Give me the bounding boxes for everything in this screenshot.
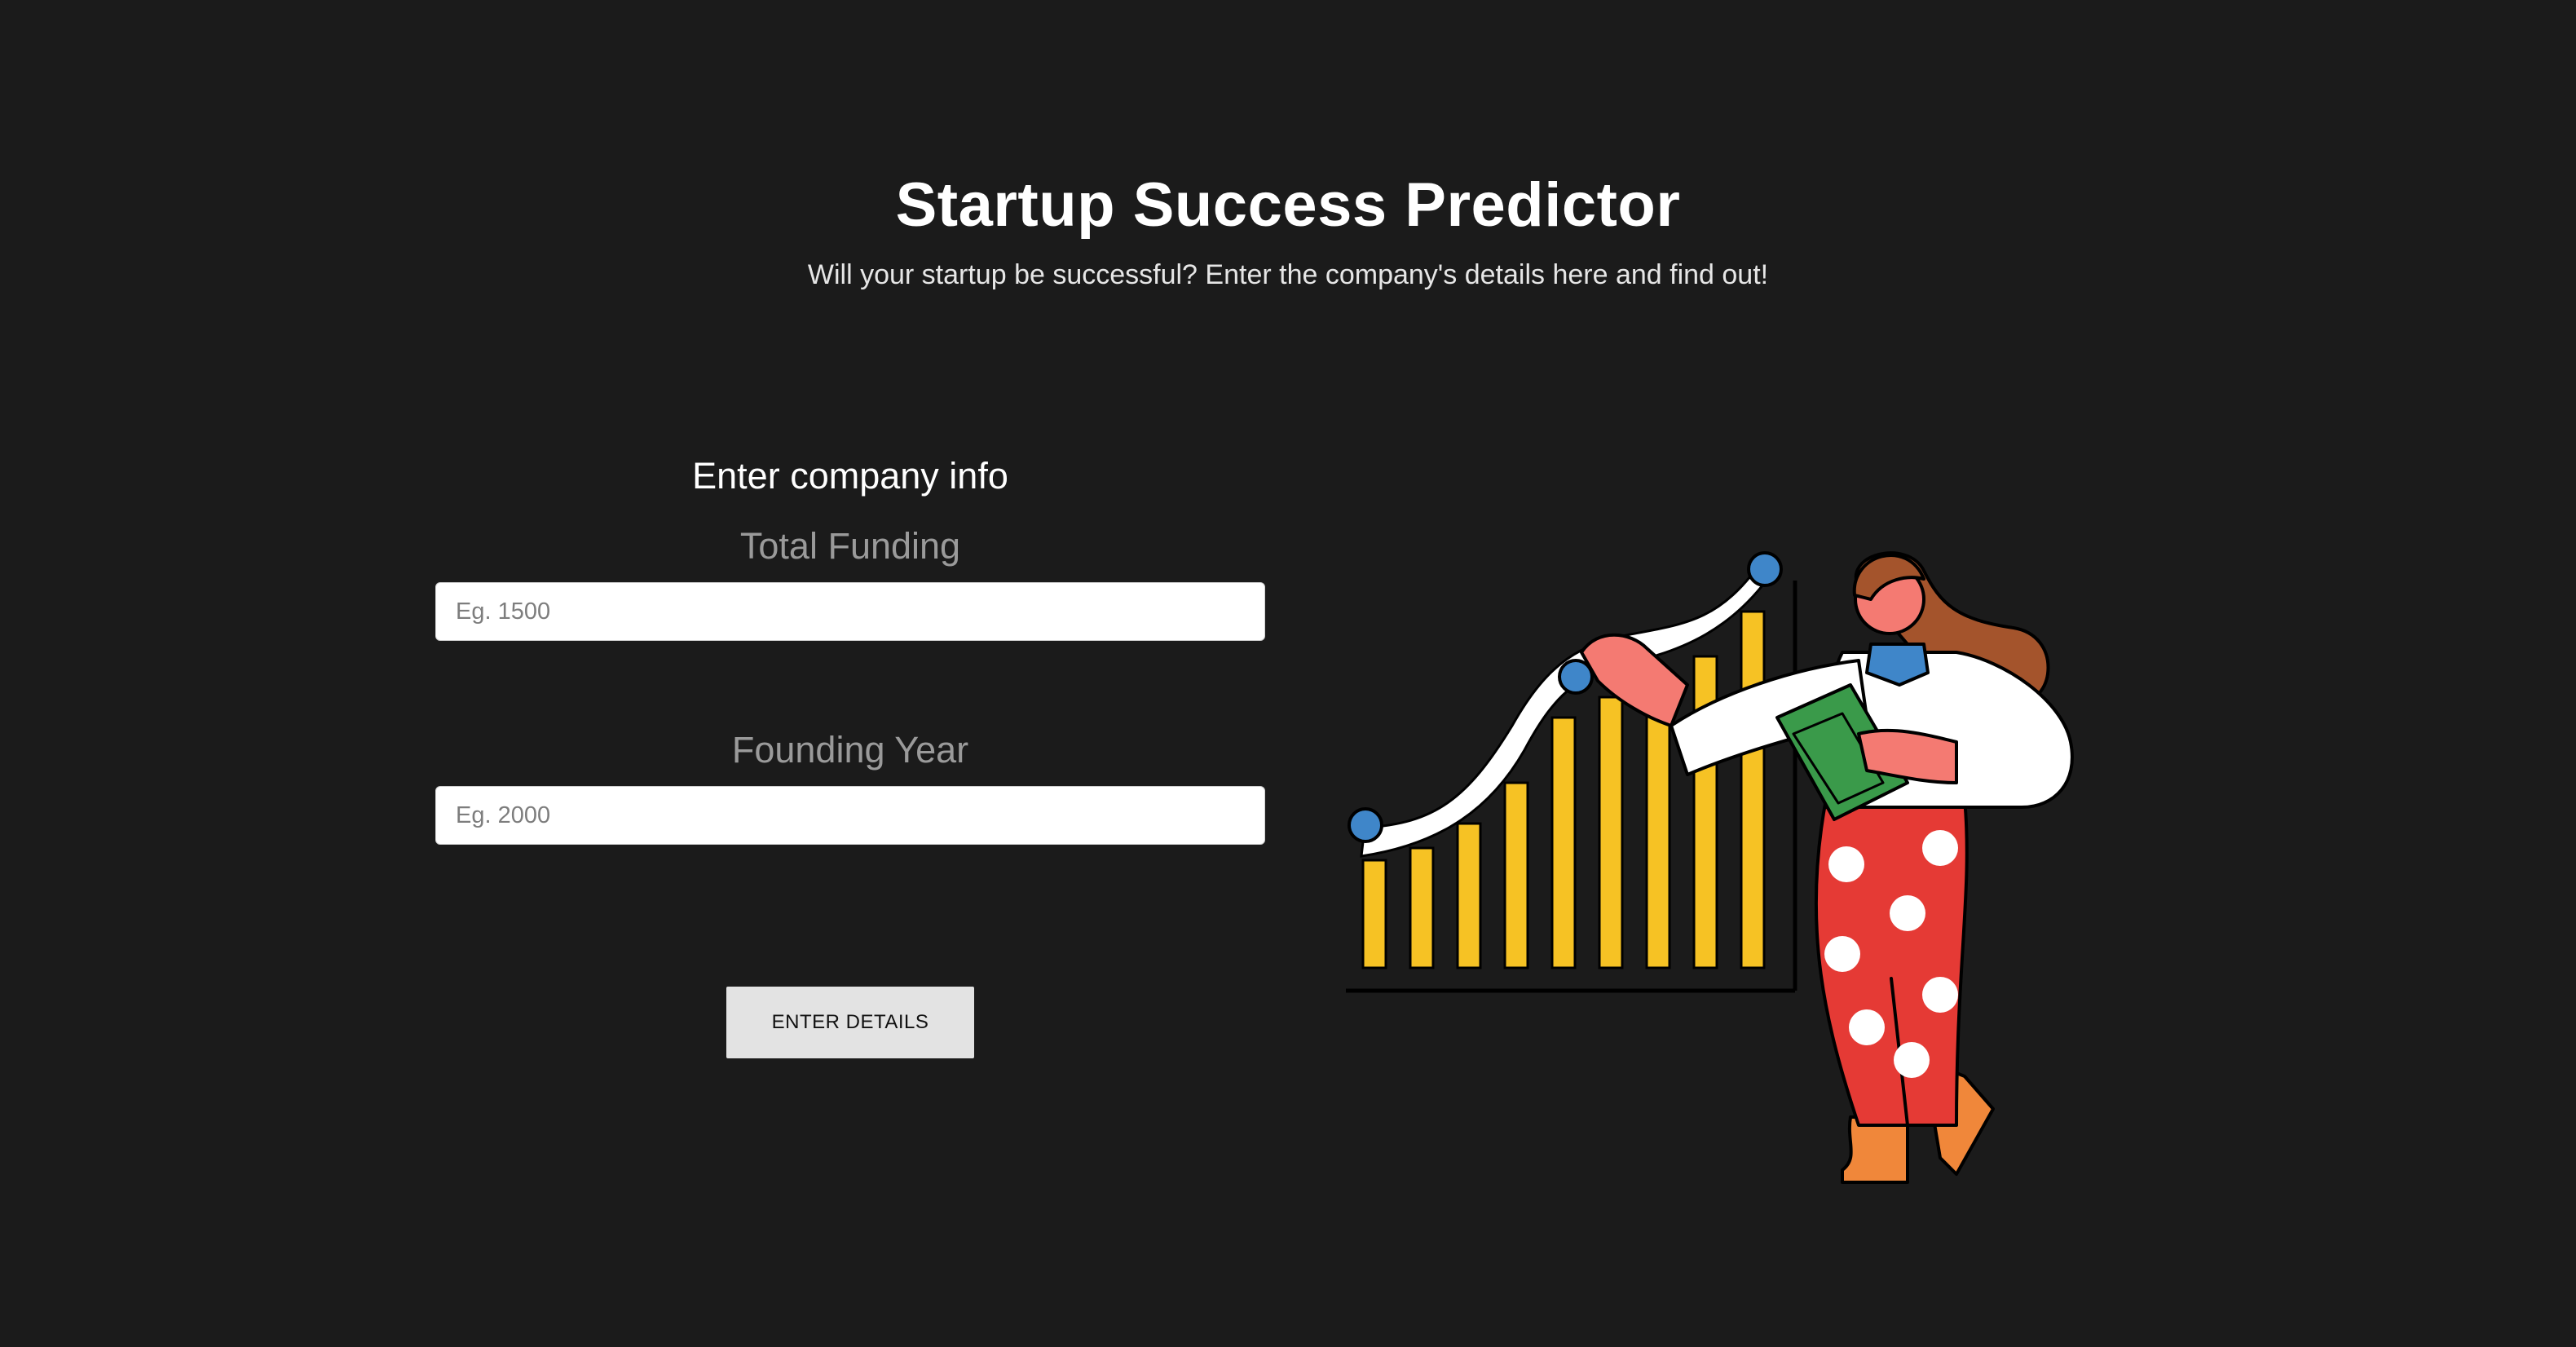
chart-bar xyxy=(1409,846,1435,969)
chart-bar xyxy=(1598,696,1624,969)
chart-dot xyxy=(1348,807,1383,843)
founding-year-label: Founding Year xyxy=(731,729,969,771)
page-subtitle: Will your startup be successful? Enter t… xyxy=(807,259,1769,290)
form-heading: Enter company info xyxy=(692,455,1008,497)
company-info-form: Enter company info Total Funding Foundin… xyxy=(435,447,1265,845)
chart-bar xyxy=(1456,822,1482,969)
total-funding-label: Total Funding xyxy=(739,525,961,567)
founding-year-input[interactable] xyxy=(435,786,1265,845)
chart-bar xyxy=(1740,610,1766,969)
chart-bar xyxy=(1503,781,1529,969)
enter-details-button[interactable]: ENTER DETAILS xyxy=(726,987,974,1058)
chart-dot xyxy=(1747,551,1783,587)
chart-bar xyxy=(1361,859,1387,969)
chart-bar xyxy=(1550,716,1577,969)
page-title: Startup Success Predictor xyxy=(895,170,1681,240)
growth-chart-illustration xyxy=(1346,551,2074,1184)
total-funding-input[interactable] xyxy=(435,582,1265,641)
